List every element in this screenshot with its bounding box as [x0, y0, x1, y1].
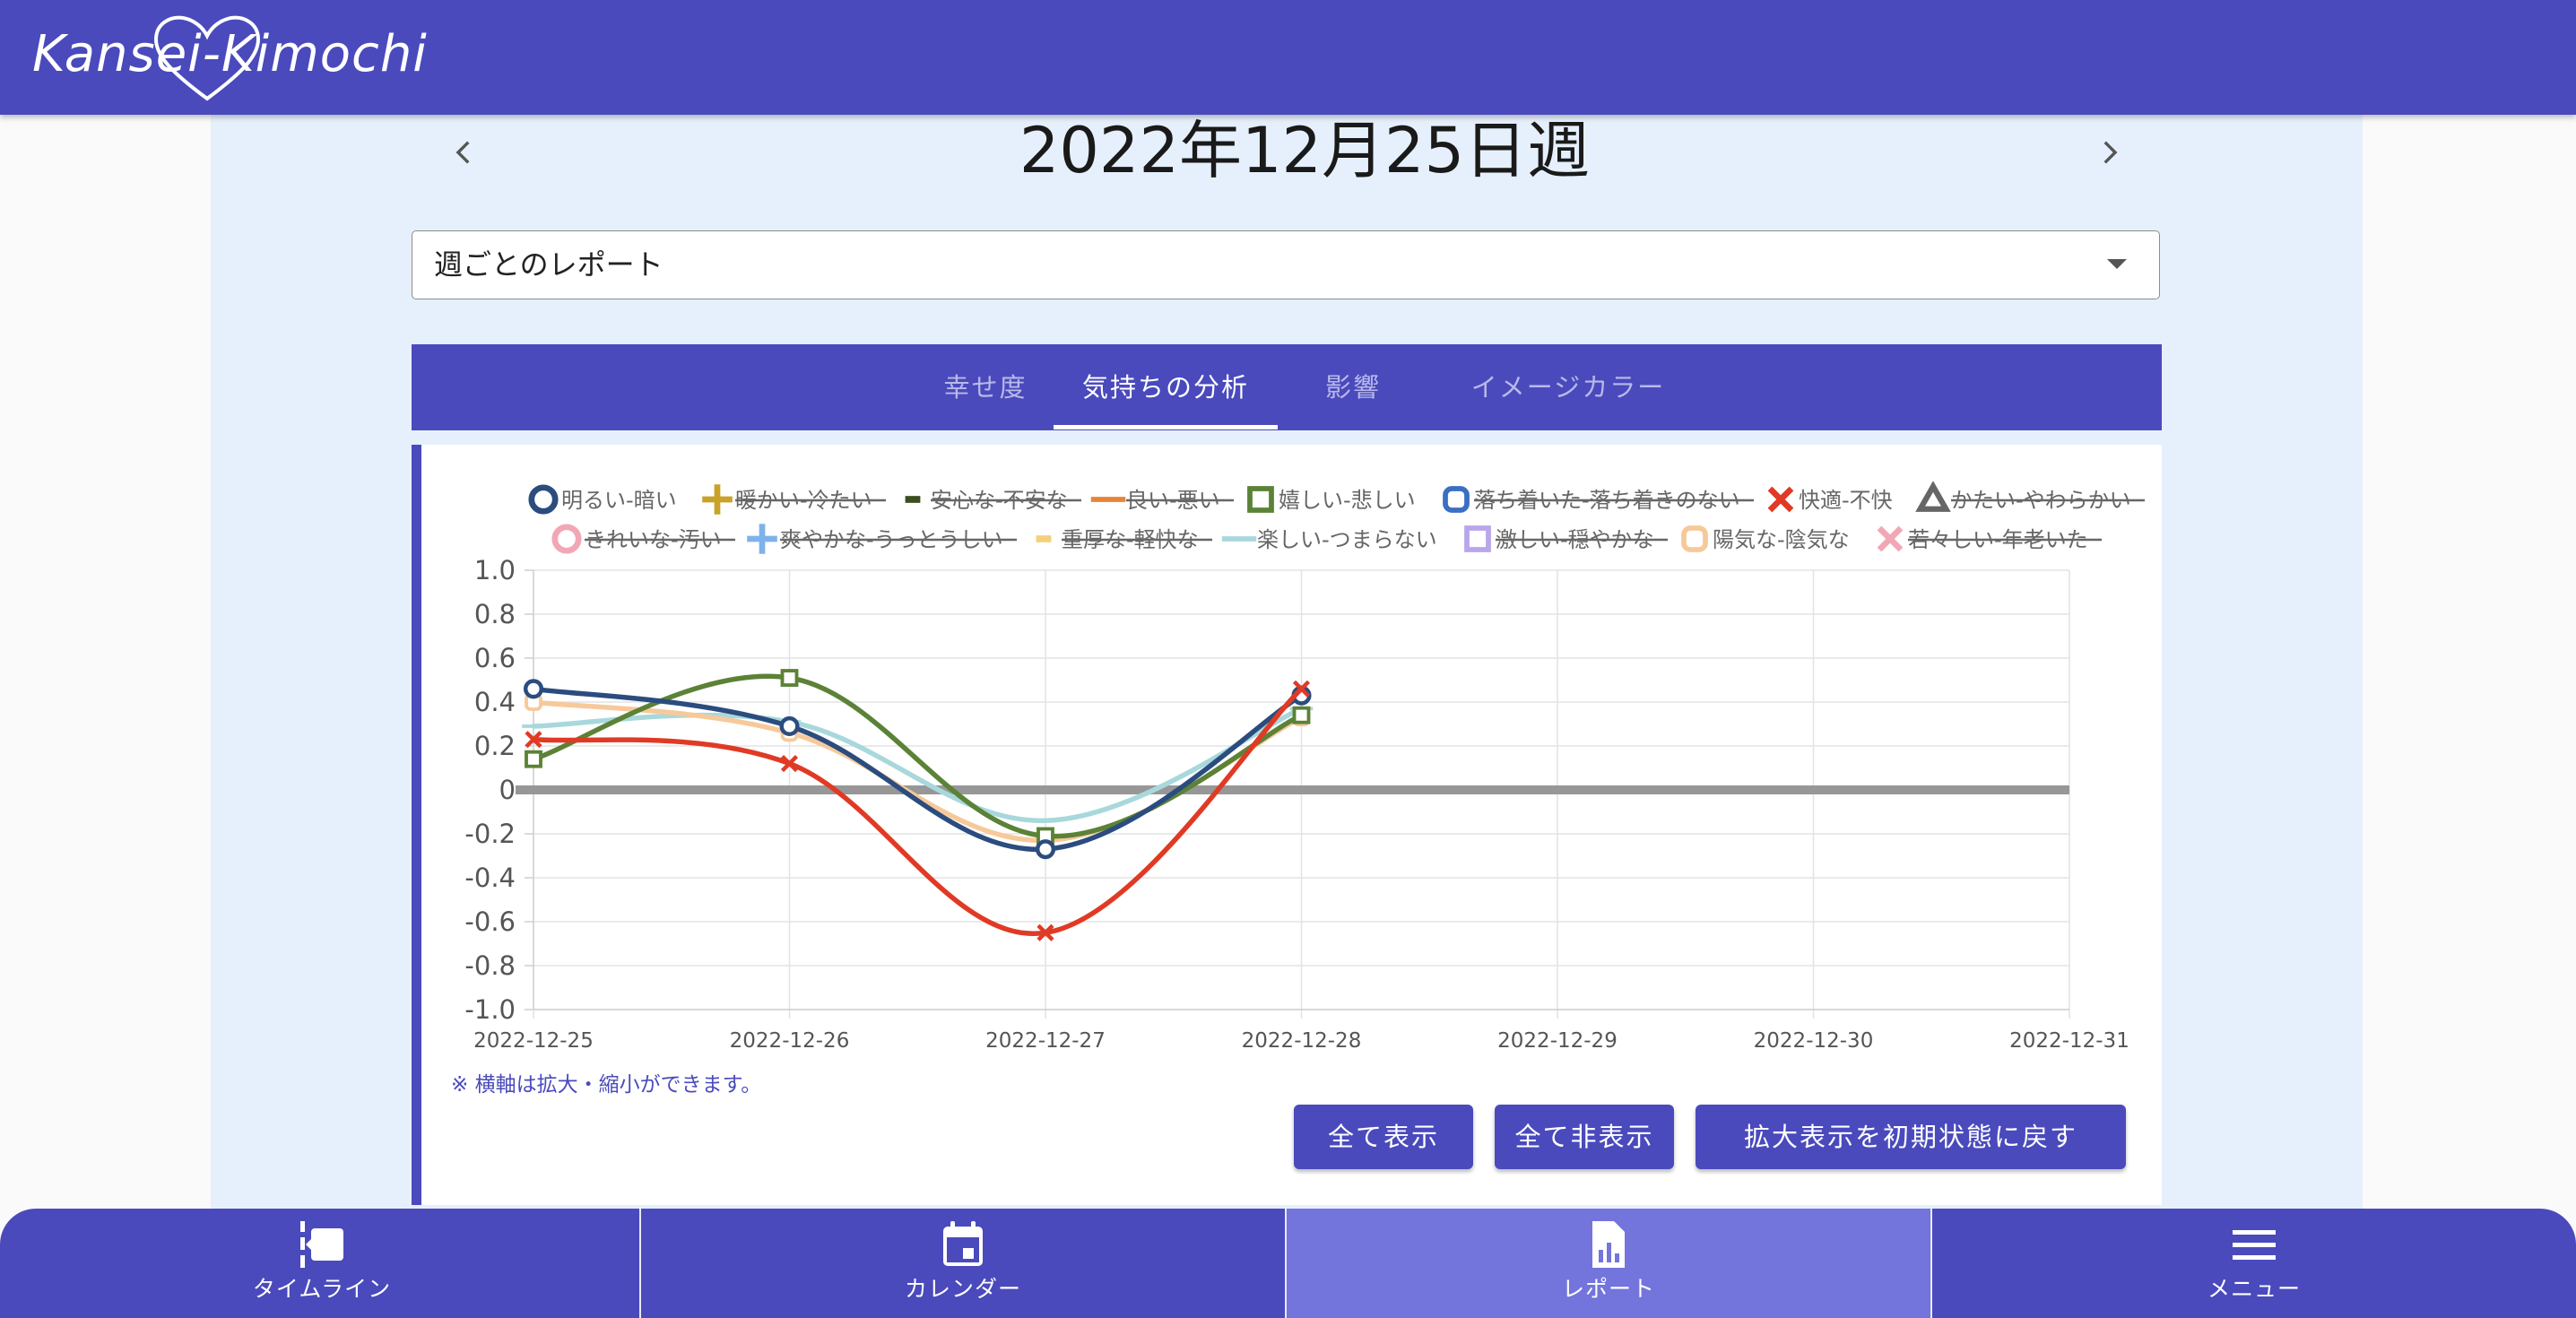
legend-item[interactable]: 暖かい-冷たい [702, 484, 886, 515]
feeling-line-chart[interactable]: 明るい-暗い 暖かい-冷たい 安心な-不安な 良い-悪い 嬉しい-悲しい 落ち着いた-落ち… [0, 0, 2576, 1318]
chart-legend: 明るい-暗い 暖かい-冷たい 安心な-不安な 良い-悪い 嬉しい-悲しい 落ち着いた-落ち… [528, 481, 2145, 554]
legend-label: 楽しい-つまらない [1257, 527, 1437, 552]
legend-item[interactable]: 重厚な-軽快な [1036, 527, 1212, 552]
series-11 [522, 706, 1314, 824]
legend-item[interactable]: 明るい-暗い [528, 484, 677, 515]
legend-label: 嬉しい-悲しい [1279, 488, 1416, 513]
legend-marker [1767, 486, 1794, 513]
legend-item[interactable]: 陽気な-陰気な [1681, 525, 1850, 552]
y-tick-label: 0.4 [474, 687, 516, 717]
hide-all-button[interactable]: 全て非表示 [1495, 1105, 1674, 1169]
legend-marker [1915, 481, 1951, 512]
y-tick-label: -0.4 [464, 863, 516, 893]
series-line [531, 706, 1305, 824]
x-tick-label: 2022-12-29 [1497, 1029, 1618, 1053]
legend-item[interactable]: 激しい-穏やかな [1464, 525, 1668, 552]
legend-marker [905, 496, 921, 503]
app-header: Kansei-Kimochi [0, 0, 2576, 115]
y-tick-label: -1.0 [464, 994, 516, 1025]
legend-marker [1681, 525, 1708, 552]
chart-grid [516, 569, 2070, 1019]
series-6 [525, 680, 1311, 941]
calendar-icon [943, 1221, 983, 1266]
chart-series [522, 669, 1314, 941]
x-tick-label: 2022-12-25 [473, 1029, 594, 1053]
reset-zoom-button[interactable]: 拡大表示を初期状態に戻す [1696, 1105, 2126, 1169]
legend-item[interactable]: 楽しい-つまらない [1221, 527, 1437, 552]
data-point [522, 724, 545, 728]
x-tick-label: 2022-12-26 [730, 1029, 850, 1053]
data-point [1292, 706, 1311, 724]
legend-item[interactable]: かたい-やわらかい [1915, 481, 2145, 513]
x-axis: 2022-12-25 2022-12-26 2022-12-27 2022-12-28… [473, 1029, 2129, 1053]
nav-calendar[interactable]: カレンダー [641, 1209, 1285, 1318]
nav-timeline-label: タイムライン [252, 1276, 392, 1302]
legend-marker [528, 484, 559, 515]
nav-timeline[interactable]: タイムライン [0, 1209, 644, 1318]
x-tick-label: 2022-12-31 [2009, 1029, 2129, 1053]
legend-marker [1036, 535, 1052, 542]
menu-icon [2233, 1230, 2276, 1260]
nav-calendar-label: カレンダー [904, 1276, 1021, 1302]
y-tick-label: -0.8 [464, 950, 516, 981]
legend-item[interactable]: 良い-悪い [1090, 488, 1234, 513]
data-point [1034, 819, 1057, 823]
legend-item[interactable]: きれいな-汚い [551, 524, 735, 554]
x-tick-label: 2022-12-30 [1754, 1029, 1874, 1053]
legend-marker [1221, 536, 1257, 542]
legend-item[interactable]: 若々しい-年老いた [1877, 525, 2102, 552]
series-4 [525, 669, 1311, 845]
data-point [525, 750, 542, 768]
y-tick-label: 0.8 [474, 599, 516, 629]
legend-item[interactable]: 快適-不快 [1767, 486, 1893, 513]
y-tick-label: 1.0 [474, 555, 516, 585]
legend-item[interactable]: 安心な-不安な [905, 488, 1081, 513]
legend-item[interactable]: 爽やかな-うっとうしい [747, 524, 1017, 554]
y-tick-label: -0.2 [464, 819, 516, 849]
legend-marker [551, 524, 582, 554]
legend-marker [1090, 497, 1126, 502]
x-tick-label: 2022-12-28 [1242, 1029, 1362, 1053]
nav-menu-label: メニュー [2207, 1276, 2301, 1302]
y-tick-label: 0.6 [474, 643, 516, 673]
legend-marker [1877, 525, 1904, 552]
y-tick-label: 0.2 [474, 731, 516, 761]
y-tick-label: 0 [499, 775, 516, 805]
legend-marker [1464, 525, 1491, 552]
y-tick-label: -0.6 [464, 906, 516, 937]
data-point [779, 715, 800, 736]
nav-report[interactable]: レポート [1287, 1209, 1930, 1318]
data-point [523, 679, 544, 699]
legend-marker [1247, 486, 1274, 513]
legend-marker [747, 524, 777, 554]
nav-menu[interactable]: メニュー [1932, 1209, 2576, 1318]
legend-item[interactable]: 落ち着いた-落ち着きのない [1443, 486, 1754, 513]
x-tick-label: 2022-12-27 [985, 1029, 1106, 1053]
legend-label: 快適-不快 [1799, 488, 1893, 513]
legend-label: 陽気な-陰気な [1713, 527, 1850, 552]
report-icon [1592, 1221, 1625, 1268]
legend-marker [1443, 486, 1470, 513]
data-point [780, 669, 799, 687]
zoom-hint: ※ 横軸は拡大・縮小ができます。 [451, 1073, 762, 1097]
legend-marker [702, 484, 733, 515]
legend-label: 明るい-暗い [561, 488, 677, 513]
legend-item[interactable]: 嬉しい-悲しい [1247, 486, 1416, 513]
bottom-navigation: タイムライン カレンダー レポート メニュー [0, 1209, 2576, 1318]
series-line [531, 686, 1305, 936]
nav-report-label: レポート [1561, 1276, 1655, 1302]
app-logo[interactable]: Kansei-Kimochi [32, 13, 427, 102]
data-point [1035, 839, 1056, 860]
logo-text: Kansei-Kimochi [32, 25, 428, 83]
show-all-button[interactable]: 全て表示 [1294, 1105, 1473, 1169]
timeline-icon [300, 1221, 343, 1268]
y-axis: 1.0 0.8 0.6 0.4 0.2 0 -0.2 -0.4 -0.6 -0.8 -1.0 [464, 555, 516, 1025]
